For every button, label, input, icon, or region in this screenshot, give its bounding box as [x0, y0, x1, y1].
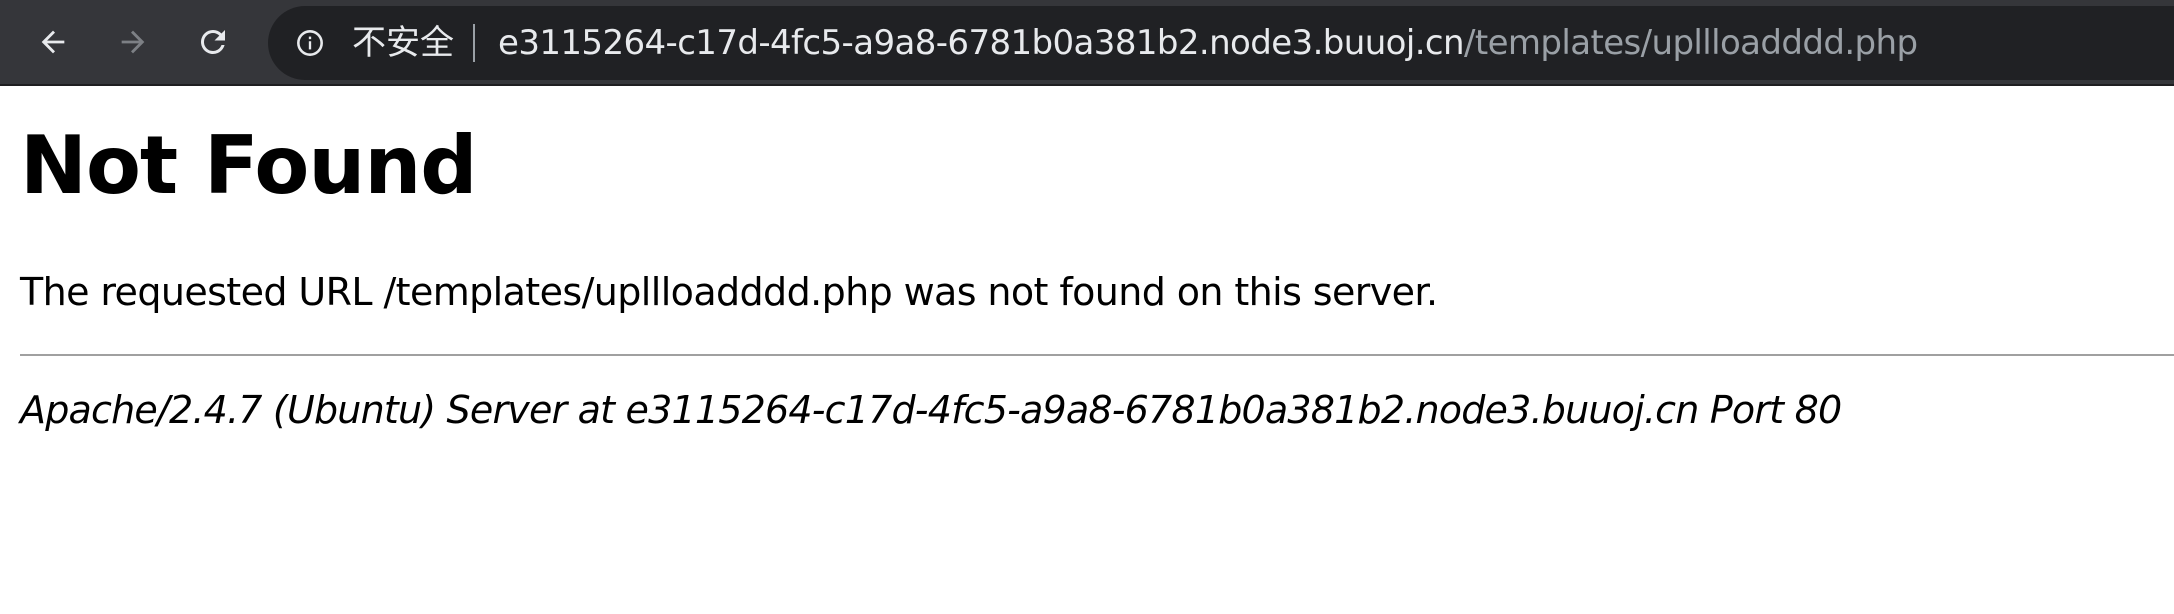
- page-title: Not Found: [20, 119, 478, 212]
- security-status-label[interactable]: 不安全: [352, 6, 454, 80]
- browser-toolbar: 不安全 e3115264-c17d-4fc5-a9a8-6781b0a381b2…: [0, 0, 2174, 86]
- forward-arrow-icon: [121, 30, 145, 54]
- reload-button[interactable]: [185, 14, 241, 70]
- reload-icon: [200, 29, 225, 54]
- info-icon[interactable]: [296, 29, 324, 57]
- url-path: /templates/upllloadddd.php: [1463, 23, 1918, 63]
- error-message: The requested URL /templates/upllloadddd…: [20, 270, 1438, 314]
- url-host: e3115264-c17d-4fc5-a9a8-6781b0a381b2.nod…: [498, 23, 1465, 63]
- back-button[interactable]: [25, 14, 81, 70]
- security-divider: [473, 24, 475, 62]
- divider: [20, 354, 2174, 356]
- forward-button[interactable]: [105, 14, 161, 70]
- page-content: Not Found The requested URL /templates/u…: [0, 86, 2174, 614]
- address-bar[interactable]: 不安全 e3115264-c17d-4fc5-a9a8-6781b0a381b2…: [268, 6, 2174, 80]
- server-signature: Apache/2.4.7 (Ubuntu) Server at e3115264…: [20, 388, 1842, 432]
- back-arrow-icon: [41, 30, 65, 54]
- url-text[interactable]: e3115264-c17d-4fc5-a9a8-6781b0a381b2.nod…: [498, 6, 1918, 80]
